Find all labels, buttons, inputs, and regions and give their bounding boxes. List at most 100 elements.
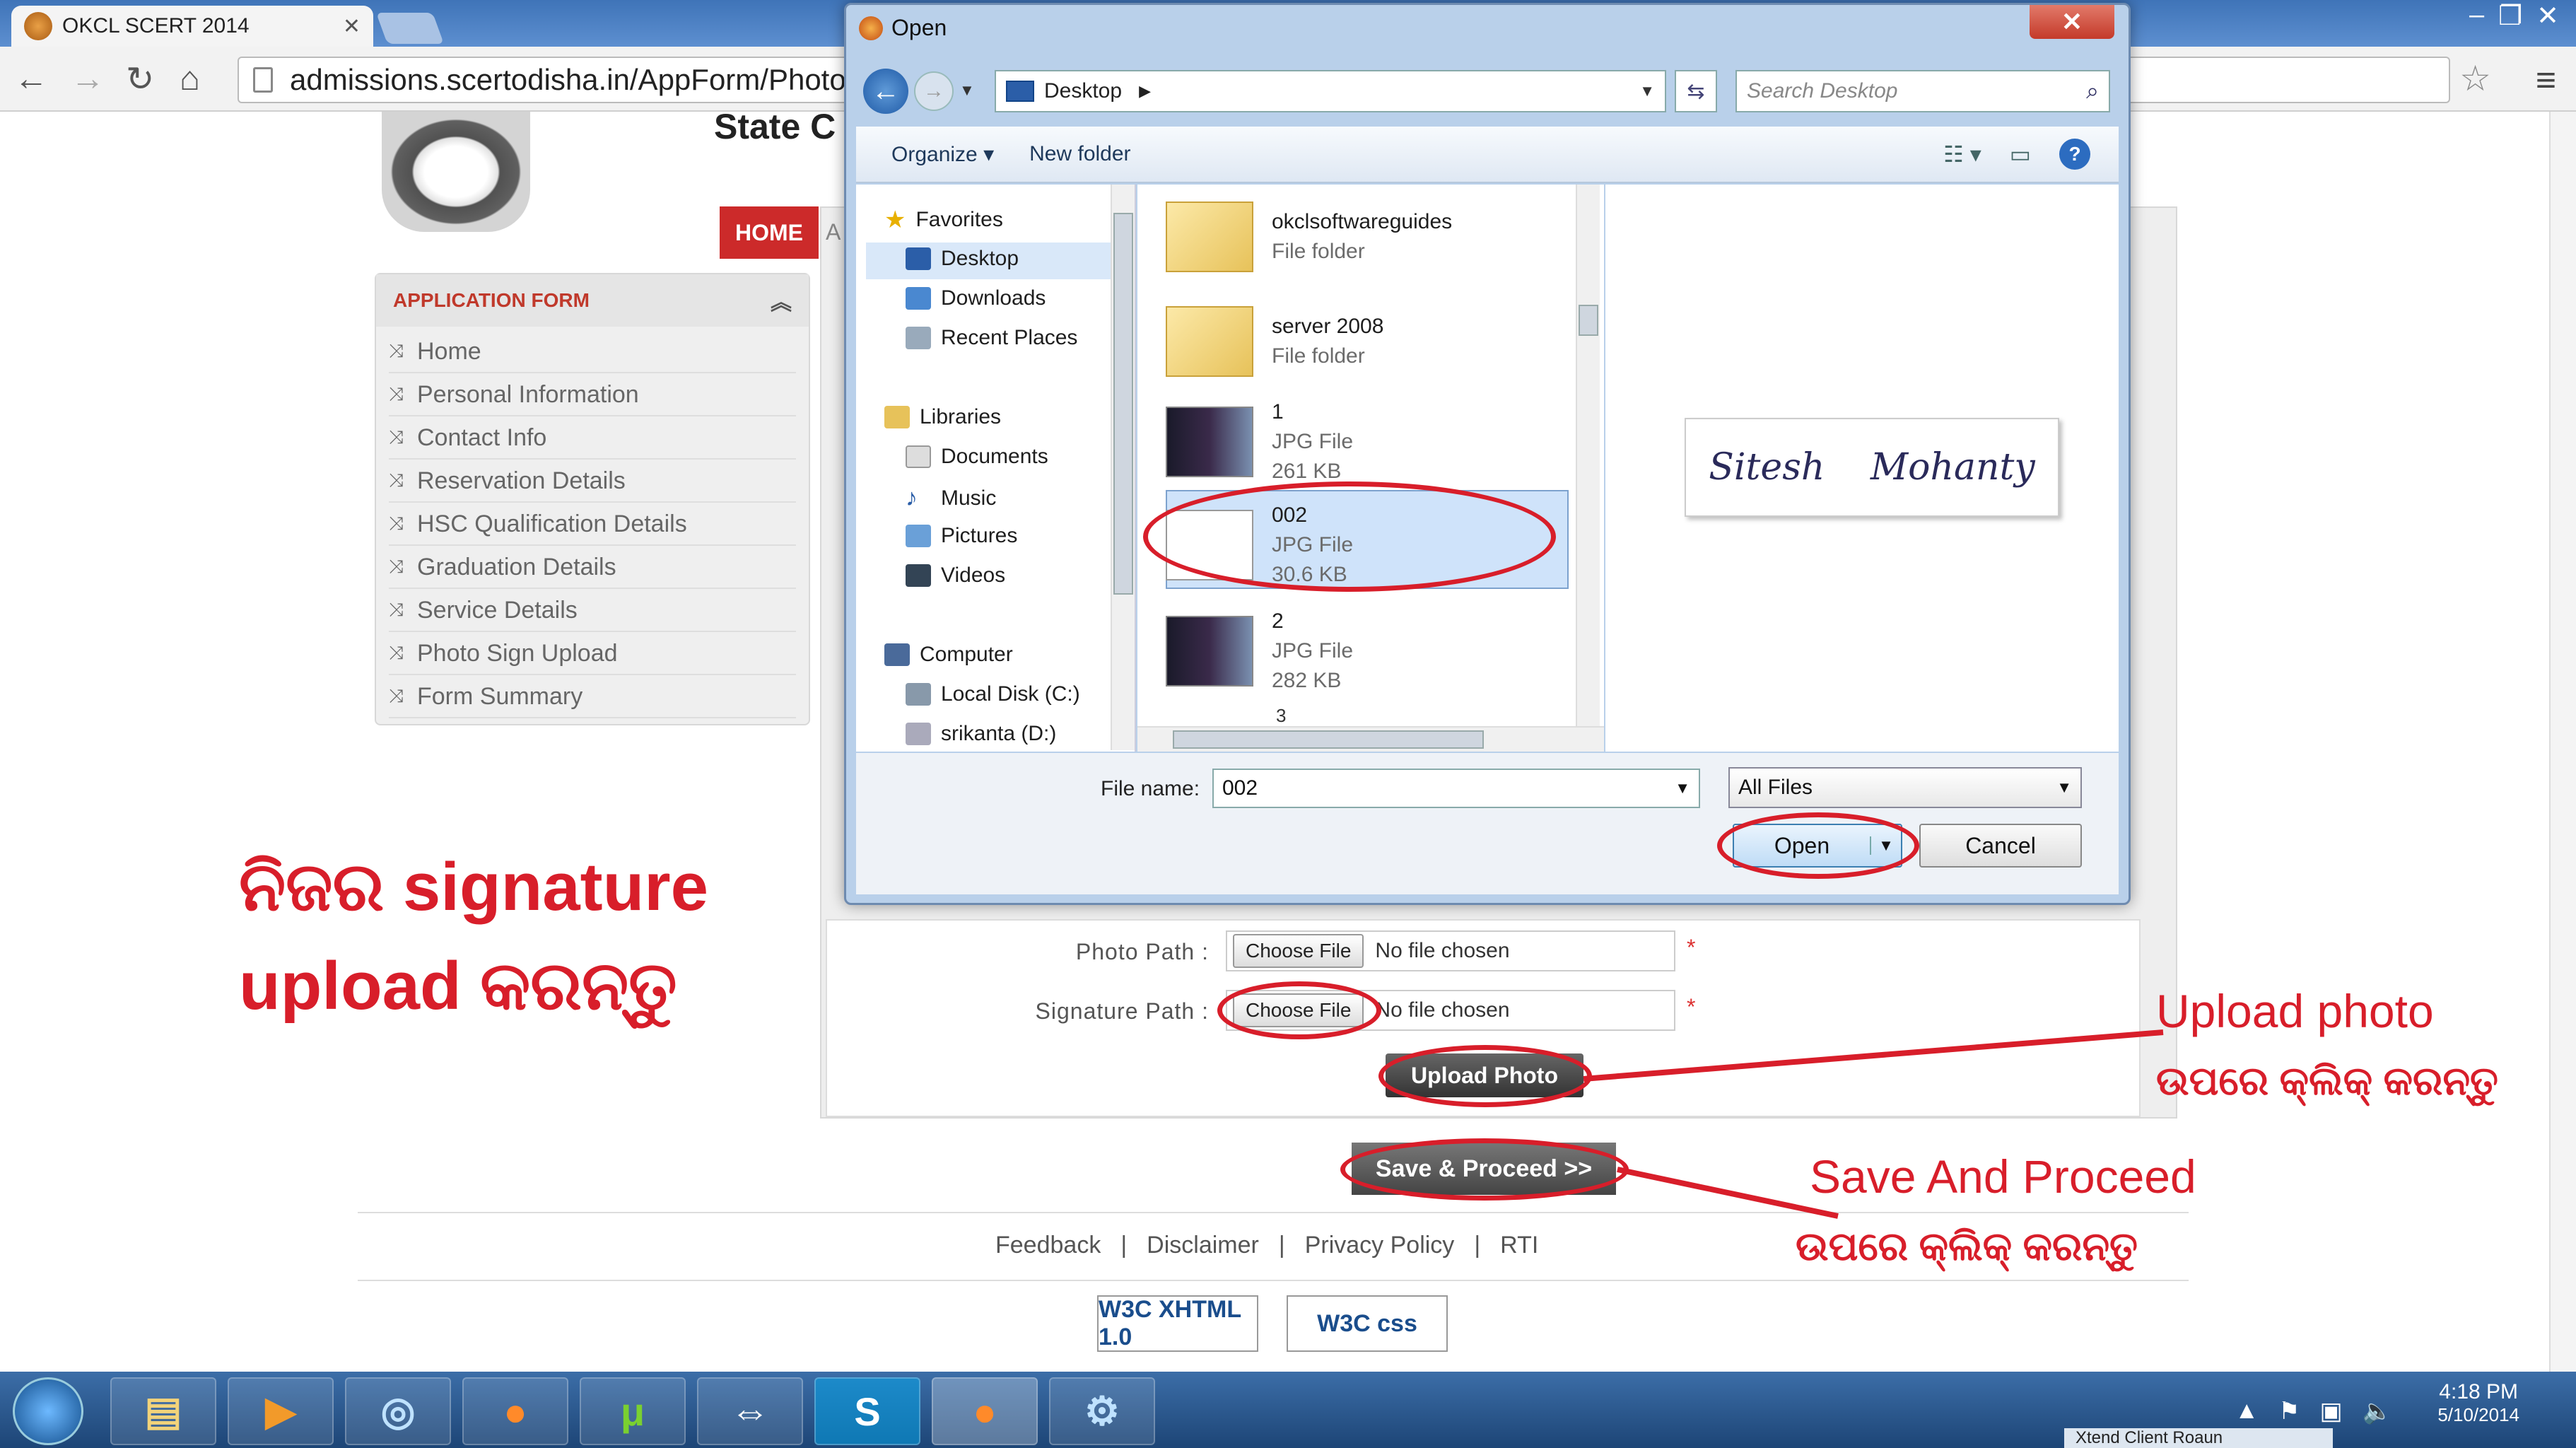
preview-pane-icon[interactable]: ▭: [2010, 141, 2031, 168]
image-thumbnail-icon: [1166, 407, 1253, 477]
dialog-title-bar: Open: [859, 15, 947, 41]
new-folder-button[interactable]: New folder: [1029, 142, 1130, 166]
taskbar-clock[interactable]: 4:18 PM 5/10/2014: [2437, 1380, 2519, 1425]
tree-label: Pictures: [941, 524, 1018, 547]
dialog-bottom-bar: File name: 002 ▼ All Files ▼ Open ▼ Canc…: [856, 753, 2119, 894]
pictures-icon: [906, 525, 931, 547]
file-list-vscrollbar[interactable]: [1576, 185, 1600, 729]
teamviewer-taskbar-icon[interactable]: ⇔: [697, 1377, 803, 1445]
firefox-taskbar-icon[interactable]: ●: [462, 1377, 568, 1445]
scrollbar-thumb[interactable]: [1579, 305, 1598, 336]
firefox-active-taskbar-icon[interactable]: ●: [932, 1377, 1038, 1445]
file-item-1[interactable]: 1 JPG File 261 KB: [1166, 390, 1562, 494]
file-item-partial[interactable]: 3: [1276, 705, 1286, 725]
show-hidden-icons-icon[interactable]: ▲: [2235, 1397, 2259, 1425]
file-type: JPG File: [1272, 639, 1354, 662]
tree-label: Downloads: [941, 286, 1046, 310]
tree-label: Libraries: [920, 405, 1002, 428]
scrollbar-thumb[interactable]: [1113, 213, 1133, 595]
disk-icon: [906, 683, 931, 706]
navigation-pane: ★ Favorites Desktop Downloads Recent Plac…: [856, 185, 1136, 752]
tree-label: Music: [941, 486, 997, 510]
dialog-search-input[interactable]: Search Desktop ⌕: [1735, 70, 2110, 112]
desktop-icon: [1006, 81, 1034, 102]
file-list-hscrollbar[interactable]: [1137, 726, 1604, 752]
utorrent-taskbar-icon[interactable]: μ: [580, 1377, 686, 1445]
file-name-input[interactable]: 002 ▼: [1212, 769, 1700, 808]
tree-favorites[interactable]: ★ Favorites: [884, 206, 1003, 234]
tree-libraries[interactable]: Libraries: [884, 405, 1001, 429]
network-taskbar-icon[interactable]: ◎: [345, 1377, 451, 1445]
scrollbar-thumb[interactable]: [1173, 730, 1484, 749]
tree-downloads[interactable]: Downloads: [906, 286, 1046, 310]
file-name: server 2008: [1272, 315, 1384, 338]
signature-word: Sitesh: [1709, 446, 1825, 489]
desktop-icon: [906, 247, 931, 270]
history-dropdown-icon[interactable]: ▼: [959, 81, 975, 100]
file-item-okclsoftwareguides[interactable]: okclsoftwareguides File folder: [1166, 185, 1562, 289]
dialog-close-button[interactable]: ✕: [2030, 5, 2114, 39]
dialog-title: Open: [891, 15, 947, 40]
tree-documents[interactable]: Documents: [906, 445, 1048, 469]
annotation-line-upload: [1583, 1029, 2164, 1082]
search-placeholder: Search Desktop: [1747, 79, 1898, 103]
tree-label: Computer: [920, 643, 1013, 666]
chevron-down-icon[interactable]: ▼: [1675, 779, 1690, 798]
volume-icon[interactable]: 🔈: [2363, 1397, 2392, 1425]
network-app-taskbar-icon[interactable]: ⚙: [1049, 1377, 1155, 1445]
annotation-line-save: [1617, 1167, 1839, 1219]
tree-label: Videos: [941, 564, 1006, 587]
chevron-down-icon[interactable]: ▼: [2056, 778, 2072, 797]
view-options-icon[interactable]: ☷ ▾: [1943, 141, 1981, 168]
file-name-value: 002: [1222, 776, 1258, 800]
annotation-ring-save: [1340, 1138, 1629, 1201]
file-item-2[interactable]: 2 JPG File 282 KB: [1166, 599, 1562, 703]
taskbar-partial-window[interactable]: Xtend Client Roaun: [2064, 1428, 2333, 1448]
file-name: 2: [1272, 609, 1284, 633]
image-thumbnail-icon: [1166, 616, 1253, 687]
open-file-dialog: Open ✕ ← → ▼ Desktop ▶ ▼ ⇆ Search Deskto…: [844, 3, 2131, 905]
tree-local-disk[interactable]: Local Disk (C:): [906, 682, 1080, 706]
back-arrow-icon[interactable]: ←: [863, 69, 908, 114]
tree-label: Desktop: [941, 247, 1019, 270]
file-item-server-2008[interactable]: server 2008 File folder: [1166, 289, 1562, 394]
annotation-ring-open: [1717, 812, 1919, 879]
tree-desktop[interactable]: Desktop: [906, 247, 1019, 271]
recent-places-icon: [906, 327, 931, 349]
skype-taskbar-icon[interactable]: S: [814, 1377, 920, 1445]
documents-icon: [906, 445, 931, 468]
file-name: okclsoftwareguides: [1272, 210, 1453, 233]
tree-recent-places[interactable]: Recent Places: [906, 326, 1077, 350]
cancel-button[interactable]: Cancel: [1919, 824, 2082, 868]
signature-word: Mohanty: [1870, 446, 2035, 489]
tree-pictures[interactable]: Pictures: [906, 524, 1017, 548]
file-size: 282 KB: [1272, 669, 1342, 692]
action-center-flag-icon[interactable]: ⚑: [2278, 1397, 2300, 1425]
file-list-pane: okclsoftwareguides File folder server 200…: [1137, 185, 1604, 752]
file-type: File folder: [1272, 240, 1365, 263]
tree-label: Documents: [941, 445, 1048, 468]
tree-music[interactable]: ♪ Music: [906, 484, 996, 512]
media-player-taskbar-icon[interactable]: ▶: [228, 1377, 334, 1445]
explorer-taskbar-icon[interactable]: ▤: [110, 1377, 216, 1445]
tree-srikanta-drive[interactable]: srikanta (D:): [906, 722, 1056, 746]
chevron-down-icon[interactable]: ▼: [1639, 82, 1655, 100]
search-icon[interactable]: ⌕: [2086, 78, 2099, 105]
network-icon[interactable]: ▣: [2320, 1397, 2343, 1425]
dialog-address-bar[interactable]: Desktop ▶ ▼: [995, 70, 1666, 112]
breadcrumb-arrow-icon[interactable]: ▶: [1139, 82, 1151, 100]
forward-arrow-icon[interactable]: →: [914, 71, 954, 111]
start-button[interactable]: [13, 1377, 83, 1445]
downloads-icon: [906, 287, 931, 310]
file-type: File folder: [1272, 344, 1365, 368]
tree-label: srikanta (D:): [941, 722, 1057, 745]
organize-button[interactable]: Organize ▾: [891, 142, 994, 167]
tree-computer[interactable]: Computer: [884, 643, 1013, 667]
file-type-filter[interactable]: All Files ▼: [1728, 767, 2082, 808]
help-icon[interactable]: ?: [2059, 139, 2090, 170]
tree-videos[interactable]: Videos: [906, 564, 1005, 588]
nav-pane-scrollbar[interactable]: [1111, 185, 1135, 750]
clock-time: 4:18 PM: [2439, 1380, 2519, 1403]
system-tray: ▲ ⚑ ▣ 🔈: [2235, 1397, 2392, 1425]
refresh-icon[interactable]: ⇆: [1675, 70, 1717, 112]
